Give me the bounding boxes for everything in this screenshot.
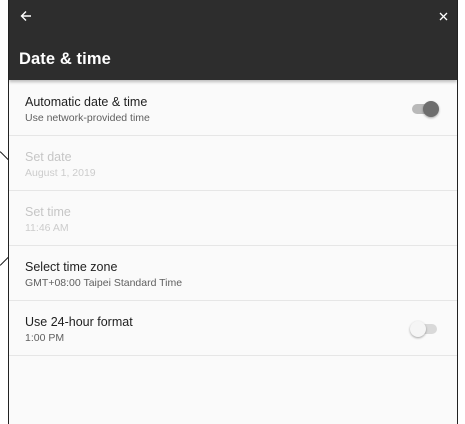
set-date-label: Set date: [25, 150, 72, 164]
set-time-value: 11:46 AM: [25, 222, 69, 234]
select-time-zone-label: Select time zone: [25, 260, 118, 274]
set-date-row: Set date August 1, 2019: [9, 136, 457, 191]
automatic-date-time-row[interactable]: Automatic date & time Use network-provid…: [9, 81, 457, 136]
use-24-hour-format-label: Use 24-hour format: [25, 315, 133, 329]
set-time-label: Set time: [25, 205, 71, 219]
set-time-row: Set time 11:46 AM: [9, 191, 457, 246]
time-format-example: 1:00 PM: [25, 332, 65, 344]
automatic-date-time-label: Automatic date & time: [25, 95, 148, 109]
settings-list: Automatic date & time Use network-provid…: [9, 81, 457, 356]
switch-thumb: [410, 321, 426, 337]
time-zone-value: GMT+08:00 Taipei Standard Time: [25, 277, 183, 289]
arrow-back-icon: [20, 11, 31, 21]
use-24-hour-format-switch[interactable]: [410, 320, 440, 338]
settings-window: Date & time Automatic date & time Use ne…: [8, 0, 458, 424]
set-date-value: August 1, 2019: [25, 167, 96, 179]
close-icon: [439, 12, 447, 20]
close-button[interactable]: [433, 6, 453, 26]
page-title: Date & time: [19, 50, 111, 68]
automatic-date-time-summary: Use network-provided time: [25, 112, 150, 124]
app-bar: Date & time: [9, 0, 457, 80]
select-time-zone-row[interactable]: Select time zone GMT+08:00 Taipei Standa…: [9, 246, 457, 301]
use-24-hour-format-row[interactable]: Use 24-hour format 1:00 PM: [9, 301, 457, 356]
switch-thumb: [423, 101, 439, 117]
back-button[interactable]: [16, 6, 36, 26]
automatic-date-time-switch[interactable]: [410, 100, 440, 118]
